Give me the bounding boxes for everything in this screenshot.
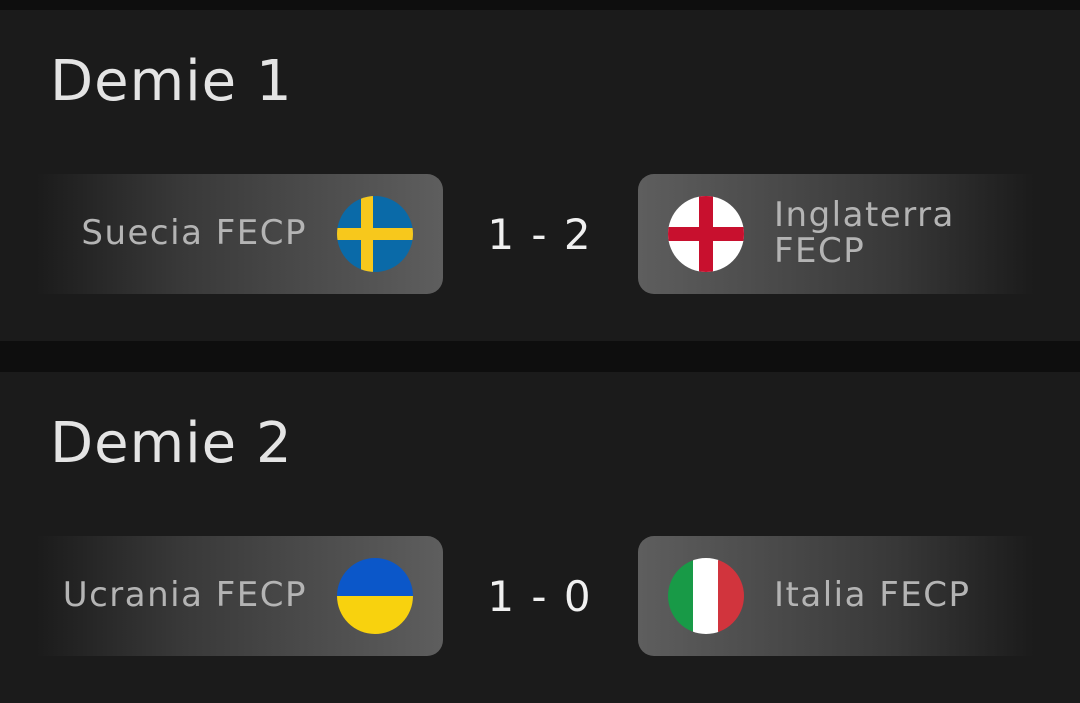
away-team-name: Inglaterra FECP <box>774 195 955 271</box>
away-team-chip[interactable]: Inglaterra FECP <box>638 174 1034 294</box>
home-team-chip[interactable]: Ucrania FECP <box>36 536 443 656</box>
match-score: 1 - 2 <box>487 210 593 259</box>
match-score: 1 - 0 <box>487 572 593 621</box>
match-card-demie-1: Demie 1 Suecia FECP 1 - 2 Inglaterra FEC… <box>0 10 1080 341</box>
home-team-name: Suecia FECP <box>81 213 307 254</box>
home-team-chip[interactable]: Suecia FECP <box>36 174 443 294</box>
ukraine-flag-icon <box>337 558 413 634</box>
home-team-name: Ucrania FECP <box>62 575 307 616</box>
sweden-flag-icon <box>337 196 413 272</box>
semifinals-page: Demie 1 Suecia FECP 1 - 2 Inglaterra FEC… <box>0 0 1080 703</box>
italy-flag-icon <box>668 558 744 634</box>
match-title: Demie 2 <box>50 411 293 476</box>
england-flag-icon <box>668 196 744 272</box>
match-card-demie-2: Demie 2 Ucrania FECP 1 - 0 Italia FECP <box>0 372 1080 703</box>
away-team-name: Italia FECP <box>774 575 971 616</box>
match-title: Demie 1 <box>50 49 293 114</box>
away-team-chip[interactable]: Italia FECP <box>638 536 1034 656</box>
